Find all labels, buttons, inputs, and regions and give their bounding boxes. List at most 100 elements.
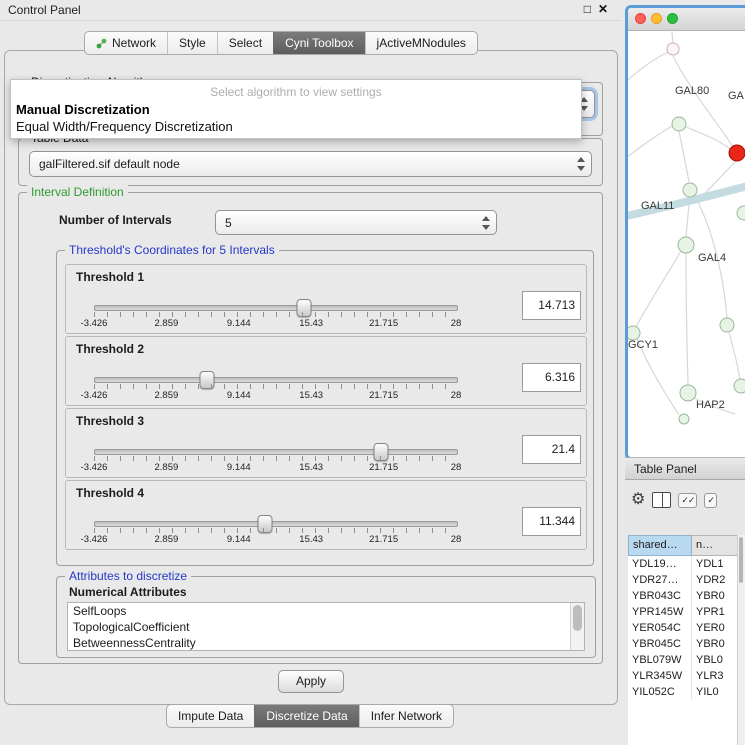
- close-icon[interactable]: ✕: [598, 2, 608, 16]
- table-cell[interactable]: YIL0: [692, 684, 738, 700]
- table-cell[interactable]: YLR345W: [628, 668, 692, 684]
- menu-item-manual-discretization[interactable]: Manual Discretization: [16, 102, 150, 117]
- combo-stepper-icon[interactable]: [482, 216, 491, 230]
- scrollbar-thumb[interactable]: [739, 537, 743, 583]
- table-cell[interactable]: YPR145W: [628, 604, 692, 620]
- network-edge[interactable]: [628, 126, 672, 158]
- apply-button[interactable]: Apply: [278, 670, 344, 693]
- threshold-slider-track[interactable]: [94, 305, 458, 311]
- number-of-intervals-combobox[interactable]: 5: [215, 210, 497, 235]
- network-window-titlebar[interactable]: [628, 8, 745, 31]
- threshold-value-input[interactable]: 6.316: [522, 363, 581, 392]
- network-node[interactable]: [680, 385, 696, 401]
- table-row[interactable]: YER054CYER0: [628, 620, 738, 636]
- minimize-traffic-light-icon[interactable]: [651, 13, 662, 24]
- close-traffic-light-icon[interactable]: [635, 13, 646, 24]
- table-cell[interactable]: YER0: [692, 620, 738, 636]
- top-tab-strip: Network Style Select Cyni Toolbox jActiv…: [84, 31, 478, 55]
- threshold-slider-track[interactable]: [94, 377, 458, 383]
- numerical-attributes-list[interactable]: SelfLoopsTopologicalCoefficientBetweenne…: [67, 602, 585, 651]
- selected-network-node[interactable]: [729, 145, 745, 161]
- network-edge[interactable]: [679, 131, 689, 182]
- list-scrollbar[interactable]: [570, 603, 584, 650]
- table-cell[interactable]: YIL052C: [628, 684, 692, 700]
- table-cell[interactable]: YDR27…: [628, 572, 692, 588]
- threshold-value-input[interactable]: 14.713: [522, 291, 581, 320]
- table-row[interactable]: YBL079WYBL0: [628, 652, 738, 668]
- table-row[interactable]: YBR043CYBR0: [628, 588, 738, 604]
- network-edge[interactable]: [686, 127, 730, 149]
- table-cell[interactable]: YBR045C: [628, 636, 692, 652]
- table-row[interactable]: YPR145WYPR1: [628, 604, 738, 620]
- network-node[interactable]: [628, 326, 640, 340]
- network-canvas-svg[interactable]: GAL80GAGAL11GAL4GCY1HAP2: [628, 30, 745, 451]
- network-node[interactable]: [720, 318, 734, 332]
- numerical-attributes-heading: Numerical Attributes: [69, 585, 187, 599]
- attribute-item[interactable]: SelfLoops: [68, 603, 584, 619]
- table-cell[interactable]: YBR043C: [628, 588, 692, 604]
- table-row[interactable]: YBR045CYBR0: [628, 636, 738, 652]
- node-table-body[interactable]: YDL19…YDL1YDR27…YDR2YBR043CYBR0YPR145WYP…: [628, 556, 738, 745]
- network-node[interactable]: [672, 117, 686, 131]
- table-data-combobox[interactable]: galFiltered.sif default node: [29, 151, 592, 177]
- table-cell[interactable]: YBL079W: [628, 652, 692, 668]
- network-edge[interactable]: [686, 253, 688, 385]
- threshold-value-input[interactable]: 21.4: [522, 435, 581, 464]
- network-node[interactable]: [737, 206, 745, 220]
- network-edge[interactable]: [628, 52, 668, 82]
- slider-scale: -3.4262.8599.14415.4321.71528: [94, 318, 456, 330]
- table-cell[interactable]: YDL1: [692, 556, 738, 572]
- tab-impute-data[interactable]: Impute Data: [167, 705, 254, 727]
- threshold-value-input[interactable]: 11.344: [522, 507, 581, 536]
- combo-stepper-icon[interactable]: [577, 157, 586, 171]
- scrollbar-thumb[interactable]: [573, 605, 582, 631]
- threshold-slider-track[interactable]: [94, 521, 458, 527]
- table-cell[interactable]: YER054C: [628, 620, 692, 636]
- table-cell[interactable]: YPR1: [692, 604, 738, 620]
- axis-tick-label: 2.859: [155, 462, 179, 473]
- gear-icon[interactable]: ⚙: [631, 492, 645, 508]
- threshold-slider-track[interactable]: [94, 449, 458, 455]
- table-cell[interactable]: YLR3: [692, 668, 738, 684]
- tab-network[interactable]: Network: [85, 32, 167, 54]
- table-row[interactable]: YLR345WYLR3: [628, 668, 738, 684]
- table-cell[interactable]: YBR0: [692, 588, 738, 604]
- columns-icon[interactable]: [652, 492, 671, 508]
- column-header-name[interactable]: n…: [692, 535, 738, 556]
- attribute-item[interactable]: BetweennessCentrality: [68, 635, 584, 651]
- table-cell[interactable]: YBR0: [692, 636, 738, 652]
- table-cell[interactable]: YDR2: [692, 572, 738, 588]
- tab-jactivemnodules[interactable]: jActiveMNodules: [365, 32, 477, 54]
- table-row[interactable]: YDR27…YDR2: [628, 572, 738, 588]
- network-node[interactable]: [678, 237, 694, 253]
- table-cell[interactable]: YBL0: [692, 652, 738, 668]
- thresholds-group-title: Threshold's Coordinates for 5 Intervals: [65, 243, 279, 257]
- tab-style[interactable]: Style: [167, 32, 217, 54]
- network-node[interactable]: [683, 183, 697, 197]
- axis-tick-label: 2.859: [155, 390, 179, 401]
- network-edge[interactable]: [636, 251, 681, 327]
- table-scrollbar[interactable]: [737, 535, 745, 745]
- menu-item-equal-width-frequency[interactable]: Equal Width/Frequency Discretization: [16, 119, 233, 134]
- table-row[interactable]: YDL19…YDL1: [628, 556, 738, 572]
- network-edge[interactable]: [729, 332, 740, 379]
- network-node[interactable]: [679, 414, 689, 424]
- network-node[interactable]: [734, 379, 745, 393]
- float-window-icon[interactable]: □: [584, 2, 591, 16]
- check-icon[interactable]: ✓: [704, 493, 717, 508]
- tab-discretize-data[interactable]: Discretize Data: [254, 705, 358, 727]
- select-all-checks-icon[interactable]: ✓✓: [678, 493, 697, 508]
- axis-tick-label: 2.859: [155, 534, 179, 545]
- attribute-item[interactable]: TopologicalCoefficient: [68, 619, 584, 635]
- table-row[interactable]: YIL052CYIL0: [628, 684, 738, 700]
- threshold-panel: Threshold 3 -3.4262.8599.14415.4321.7152…: [65, 408, 587, 478]
- network-node[interactable]: [667, 43, 679, 55]
- tab-infer-network[interactable]: Infer Network: [359, 705, 453, 727]
- tab-cyni-toolbox[interactable]: Cyni Toolbox: [273, 32, 364, 54]
- network-edge[interactable]: [672, 30, 673, 43]
- tab-select[interactable]: Select: [217, 32, 273, 54]
- table-cell[interactable]: YDL19…: [628, 556, 692, 572]
- zoom-traffic-light-icon[interactable]: [667, 13, 678, 24]
- column-header-shared-name[interactable]: shared…: [628, 535, 692, 556]
- table-panel-titlebar[interactable]: Table Panel: [625, 457, 745, 480]
